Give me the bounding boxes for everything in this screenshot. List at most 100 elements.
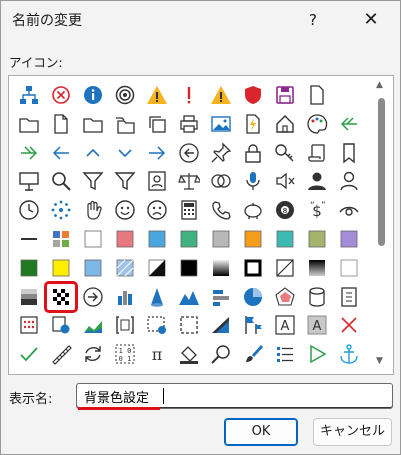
triangles-icon[interactable]	[208, 313, 234, 337]
bookmark-icon[interactable]	[336, 141, 362, 165]
folder-icon[interactable]	[80, 112, 106, 136]
double-right-arrow-icon[interactable]	[16, 141, 42, 165]
document-flash-icon[interactable]	[240, 112, 266, 136]
minus-icon[interactable]	[16, 227, 42, 251]
dollar-quote-icon[interactable]: $ “”	[304, 198, 330, 222]
swatch-yellow-icon[interactable]	[48, 256, 74, 280]
left-arrow-icon[interactable]	[48, 141, 74, 165]
pie-chart-icon[interactable]	[240, 285, 266, 309]
swatch-gradient-icon[interactable]	[208, 256, 234, 280]
image-dashed-icon[interactable]	[144, 313, 170, 337]
close-button[interactable]: ✕	[357, 9, 385, 31]
cancel-button[interactable]: キャンセル	[313, 418, 392, 446]
swatch-darkgreen-icon[interactable]	[16, 256, 42, 280]
eight-ball-icon[interactable]: 8	[272, 198, 298, 222]
print-icon[interactable]	[176, 112, 202, 136]
eye-icon[interactable]	[336, 198, 362, 222]
warning-icon[interactable]	[208, 83, 234, 107]
scroll-up-icon[interactable]: ▲	[376, 80, 383, 90]
database-icon[interactable]	[304, 285, 330, 309]
folders-icon[interactable]	[112, 112, 138, 136]
swatch-gradient2-icon[interactable]	[304, 256, 330, 280]
swatch-green-icon[interactable]	[176, 227, 202, 251]
save-icon[interactable]	[272, 83, 298, 107]
clock-icon[interactable]	[16, 198, 42, 222]
document-icon[interactable]	[48, 112, 74, 136]
ok-button[interactable]: OK	[224, 418, 298, 446]
swatch-lightblue-icon[interactable]	[80, 256, 106, 280]
person-outline-icon[interactable]	[336, 169, 362, 193]
exclamation-icon[interactable]	[176, 83, 202, 107]
contact-card-icon[interactable]	[144, 169, 170, 193]
mute-icon[interactable]	[272, 169, 298, 193]
text-a-gray-icon[interactable]: A	[304, 313, 330, 337]
circles-icon[interactable]	[208, 169, 234, 193]
pin-icon[interactable]	[208, 141, 234, 165]
pi-icon[interactable]: π	[144, 342, 170, 366]
swatch-half-icon[interactable]	[144, 256, 170, 280]
scroll-icon[interactable]	[304, 141, 330, 165]
copy-icon[interactable]	[144, 112, 170, 136]
shield-icon[interactable]	[240, 83, 266, 107]
swatch-bands-icon[interactable]	[16, 285, 42, 309]
bar-horizontal-icon[interactable]	[208, 285, 234, 309]
back-circle-icon[interactable]	[176, 141, 202, 165]
swatch-olive-icon[interactable]	[304, 227, 330, 251]
bar-chart-icon[interactable]	[112, 285, 138, 309]
person-icon[interactable]	[304, 169, 330, 193]
icon-list[interactable]: 8 $ “” A A 1 00 1π ▲ ▼	[8, 75, 394, 375]
target-icon[interactable]	[112, 83, 138, 107]
search-lens-icon[interactable]	[208, 342, 234, 366]
ruler-icon[interactable]	[48, 342, 74, 366]
calculator-icon[interactable]	[176, 198, 202, 222]
check-icon[interactable]	[16, 342, 42, 366]
piggy-bank-icon[interactable]	[240, 198, 266, 222]
swatch-gray-icon[interactable]	[208, 227, 234, 251]
info-icon[interactable]	[80, 83, 106, 107]
paint-bucket-icon[interactable]	[176, 342, 202, 366]
key-icon[interactable]	[272, 141, 298, 165]
list-icon[interactable]	[272, 342, 298, 366]
home-icon[interactable]	[272, 112, 298, 136]
radar-chart-icon[interactable]	[272, 285, 298, 309]
cone-icon[interactable]	[144, 285, 170, 309]
play-icon[interactable]	[304, 342, 330, 366]
lock-icon[interactable]	[240, 141, 266, 165]
object-icon[interactable]	[48, 313, 74, 337]
delete-x-icon[interactable]	[336, 313, 362, 337]
color-grid-icon[interactable]	[48, 227, 74, 251]
text-a-icon[interactable]: A	[272, 313, 298, 337]
notebook-icon[interactable]	[336, 285, 362, 309]
double-left-arrow-icon[interactable]	[336, 112, 362, 136]
scrollbar[interactable]: ▲ ▼	[370, 76, 392, 374]
frame-square-icon[interactable]	[240, 256, 266, 280]
scroll-thumb[interactable]	[378, 98, 385, 246]
anchor-icon[interactable]	[336, 342, 362, 366]
smile-icon[interactable]	[112, 198, 138, 222]
funnel-icon[interactable]	[80, 169, 106, 193]
dashed-frame-icon[interactable]	[176, 313, 202, 337]
swatch-orange-icon[interactable]	[240, 227, 266, 251]
hand-icon[interactable]	[80, 198, 106, 222]
diagonal-square-icon[interactable]	[272, 256, 298, 280]
mountains-icon[interactable]	[176, 285, 202, 309]
down-chevron-icon[interactable]	[112, 141, 138, 165]
right-arrow-icon[interactable]	[144, 141, 170, 165]
bracket-table-icon[interactable]	[112, 313, 138, 337]
table-dots-icon[interactable]	[16, 313, 42, 337]
page-icon[interactable]	[304, 83, 330, 107]
phone-icon[interactable]	[208, 198, 234, 222]
presentation-icon[interactable]	[16, 169, 42, 193]
folder-icon[interactable]	[16, 112, 42, 136]
swatch-teal-icon[interactable]	[272, 227, 298, 251]
swatch-lavender-icon[interactable]	[336, 227, 362, 251]
binary-icon[interactable]: 1 00 1	[112, 342, 138, 366]
swatch-black-icon[interactable]	[176, 256, 202, 280]
swatch-pattern-icon[interactable]	[112, 256, 138, 280]
funnel-icon[interactable]	[112, 169, 138, 193]
palette-icon[interactable]	[304, 112, 330, 136]
frown-icon[interactable]	[144, 198, 170, 222]
swatch-white-icon[interactable]	[80, 227, 106, 251]
arrow-circle-icon[interactable]	[80, 285, 106, 309]
warning-icon[interactable]	[144, 83, 170, 107]
